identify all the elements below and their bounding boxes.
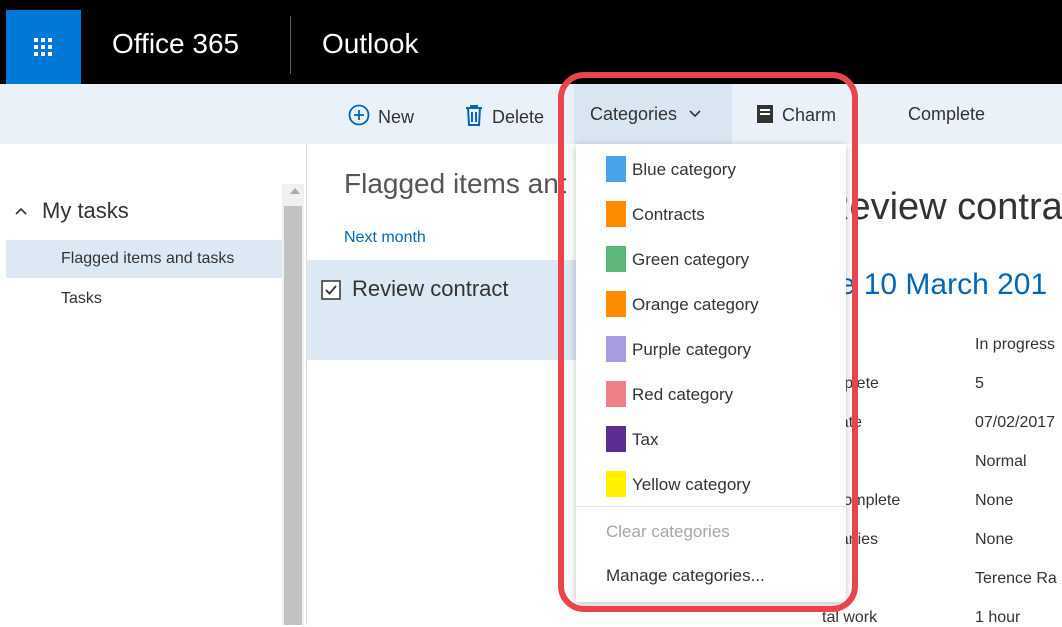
app-title[interactable]: Outlook: [322, 28, 419, 60]
detail-title: Review contra: [822, 186, 1062, 228]
prop-value-total-work[interactable]: 1 hour: [975, 609, 1020, 627]
app-launcher-button[interactable]: [6, 10, 81, 84]
plus-circle-icon: [348, 104, 370, 126]
scroll-up-icon[interactable]: [290, 188, 300, 194]
brand-title[interactable]: Office 365: [112, 28, 239, 60]
prop-value-complete[interactable]: 5: [975, 375, 984, 393]
prop-value-companies[interactable]: None: [975, 531, 1013, 549]
task-row[interactable]: [307, 260, 577, 360]
task-title[interactable]: Review contract: [352, 276, 509, 302]
prop-value-start-date[interactable]: 07/02/2017: [975, 414, 1055, 432]
app-launcher-icon: [34, 38, 52, 56]
highlight-frame: [558, 72, 858, 612]
header-divider: [290, 16, 291, 74]
prop-value-priority[interactable]: Normal: [975, 453, 1027, 471]
new-label: New: [378, 107, 415, 127]
prop-value-date-complete[interactable]: None: [975, 492, 1013, 510]
prop-value-owner[interactable]: Terence Ra: [975, 570, 1057, 588]
list-title: Flagged items and tasks: [344, 168, 566, 199]
complete-button[interactable]: Complete: [908, 104, 985, 125]
sidebar-item-flagged[interactable]: Flagged items and tasks: [61, 250, 234, 268]
delete-button[interactable]: Delete: [464, 104, 556, 128]
my-tasks-header[interactable]: My tasks: [14, 198, 129, 224]
delete-label: Delete: [492, 107, 545, 127]
trash-icon: [466, 105, 482, 126]
new-button[interactable]: New: [348, 104, 414, 128]
sidebar-scrollbar-thumb[interactable]: [284, 206, 302, 625]
list-group-header: Next month: [344, 229, 426, 246]
checkbox-checked-icon[interactable]: [321, 280, 341, 300]
sidebar-item-tasks[interactable]: Tasks: [61, 290, 102, 308]
prop-value-status[interactable]: In progress: [975, 336, 1055, 354]
my-tasks-label: My tasks: [42, 198, 129, 223]
list-divider: [306, 144, 307, 625]
chevron-up-icon: [15, 207, 27, 215]
